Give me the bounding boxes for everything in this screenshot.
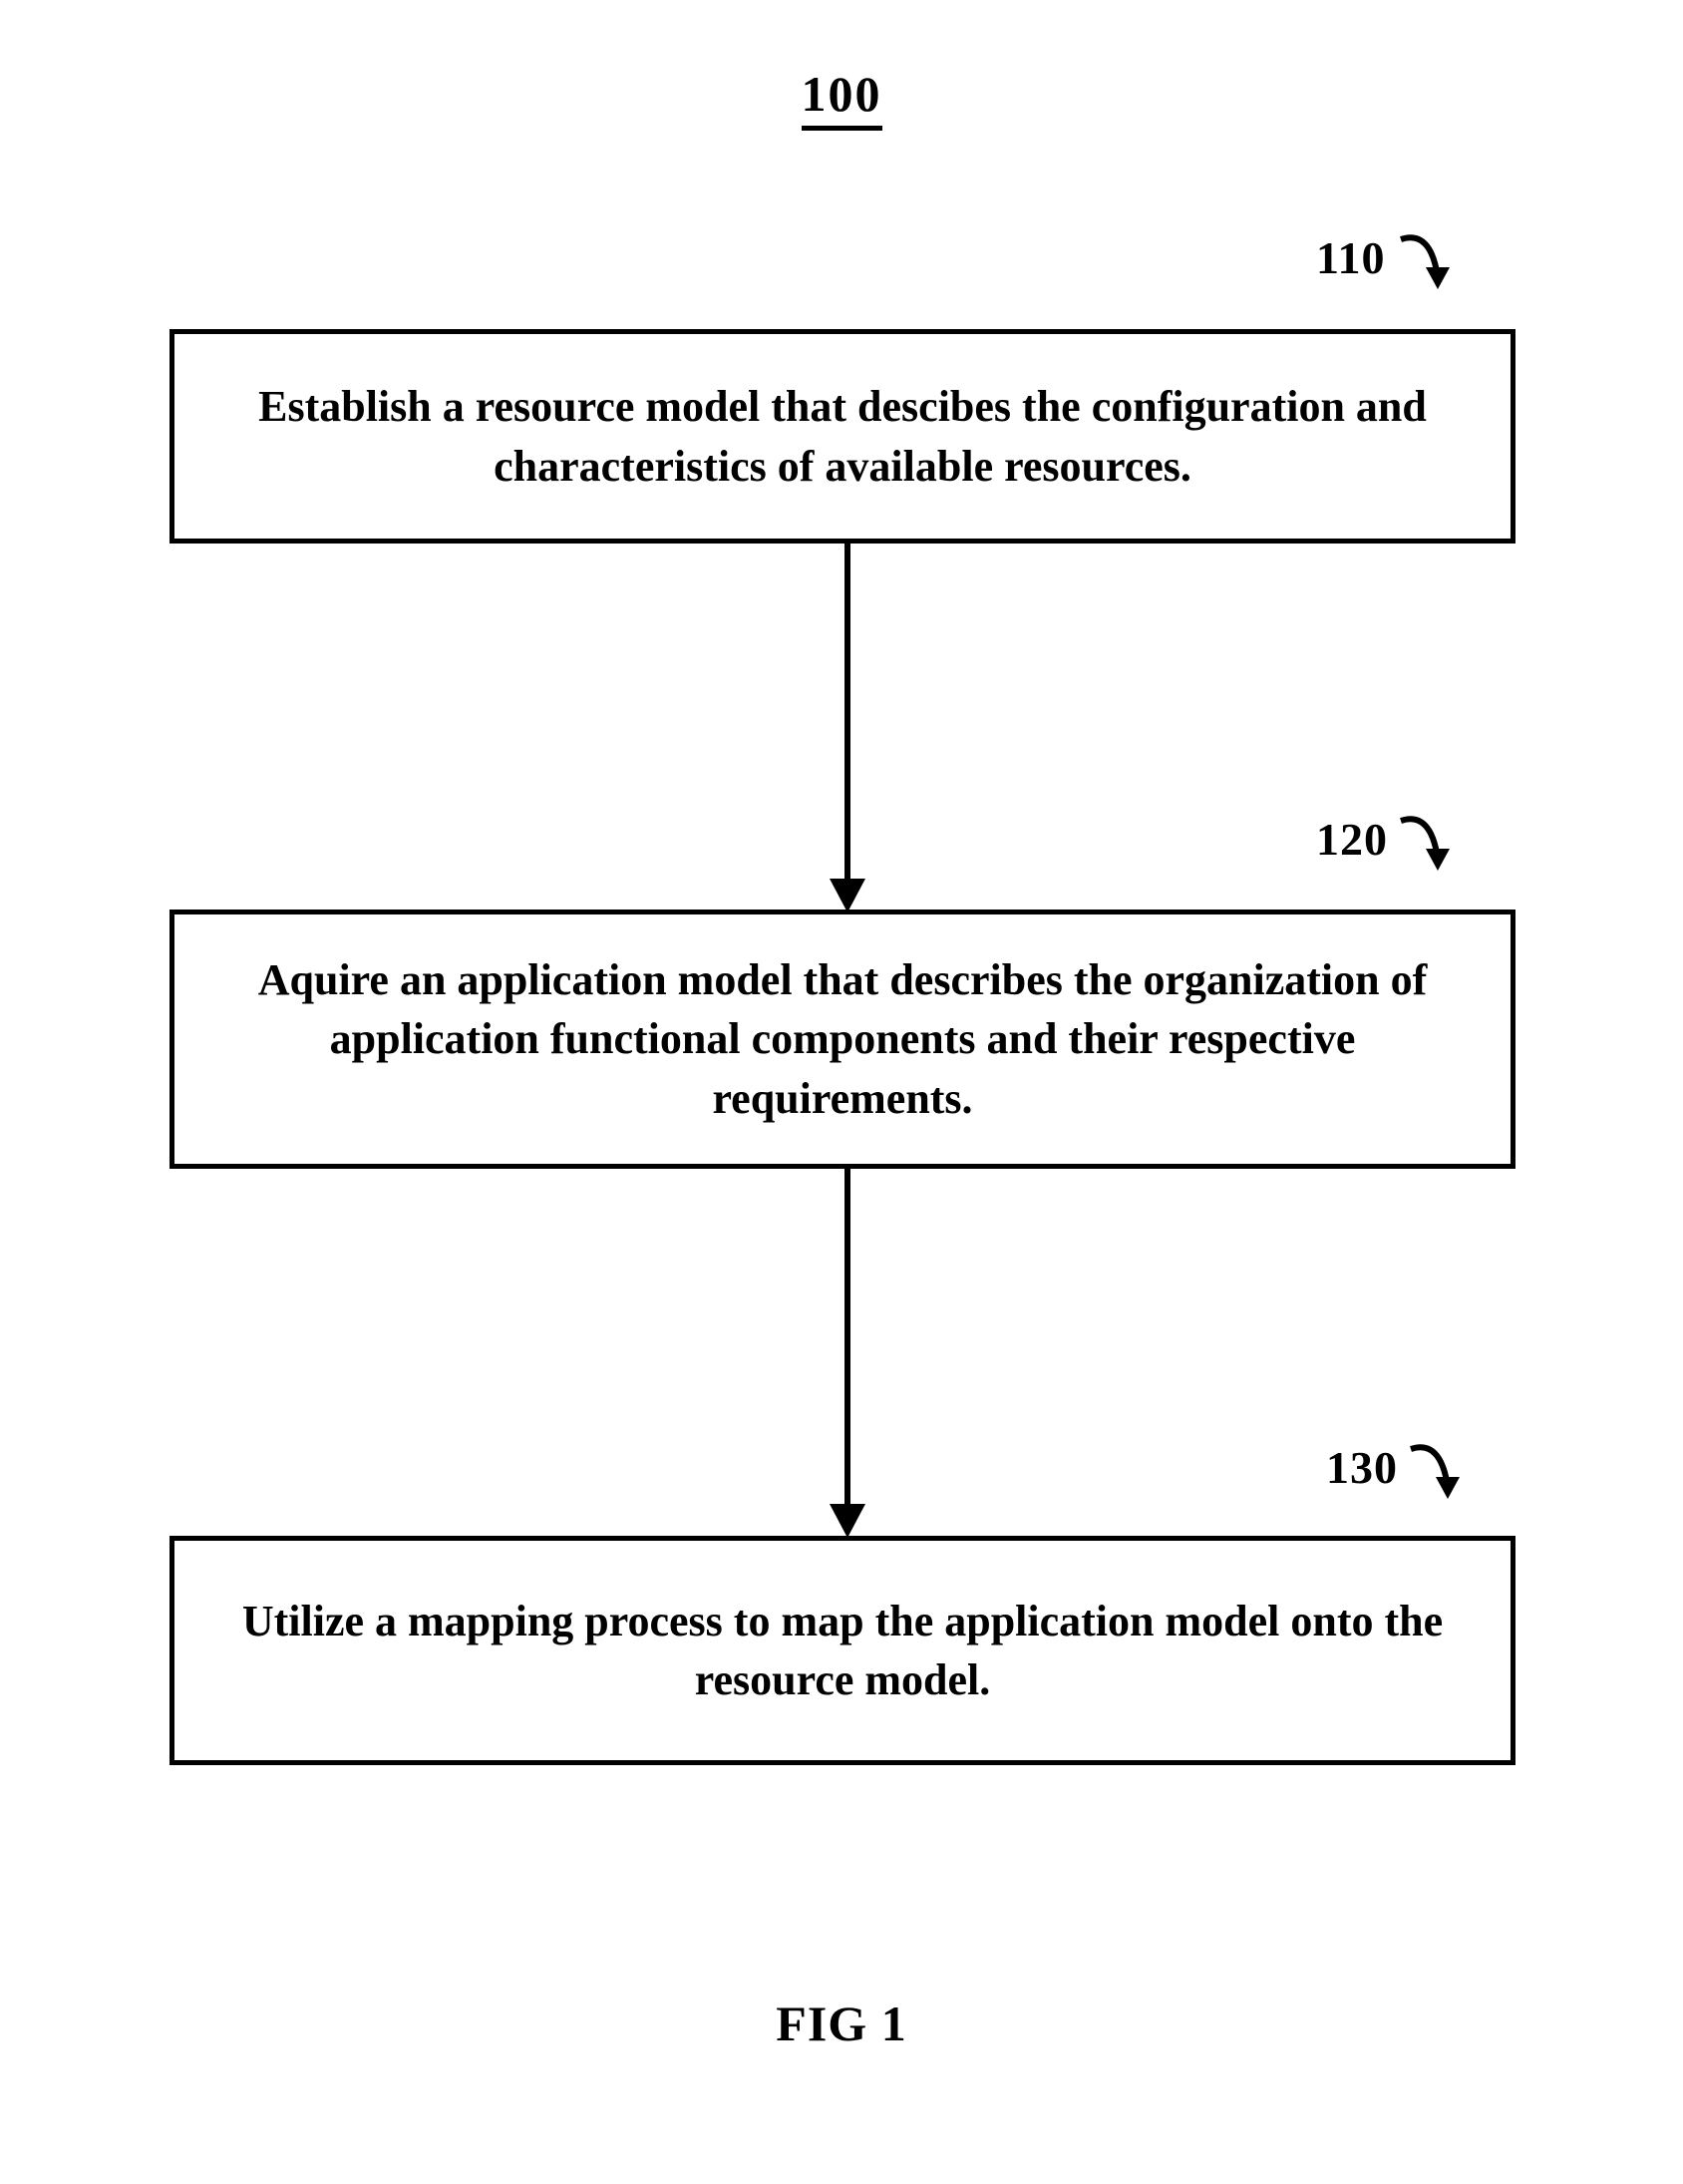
ref-arrow-icon [1406,1437,1496,1527]
ref-label-130: 130 [1326,1441,1398,1494]
flowchart-step-1: Establish a resource model that descibes… [169,329,1515,544]
step-2-text: Aquire an application model that describ… [234,950,1451,1128]
figure-number-text: 100 [802,66,882,131]
figure-caption-text: FIG 1 [776,1996,906,2051]
ref-130-text: 130 [1326,1442,1398,1493]
ref-110-text: 110 [1316,232,1385,283]
figure-number-title: 100 [0,65,1683,123]
flowchart-step-2: Aquire an application model that describ… [169,910,1515,1169]
ref-label-120: 120 [1316,813,1388,866]
ref-arrow-icon [1396,809,1486,899]
ref-arrow-icon [1396,227,1486,317]
step-3-text: Utilize a mapping process to map the app… [234,1592,1451,1710]
figure-caption: FIG 1 [0,1995,1683,2052]
flow-arrow-1-icon [818,544,877,922]
ref-label-110: 110 [1316,231,1385,284]
flow-arrow-2-icon [818,1169,877,1548]
ref-120-text: 120 [1316,814,1388,865]
flowchart-step-3: Utilize a mapping process to map the app… [169,1536,1515,1765]
step-1-text: Establish a resource model that descibes… [234,377,1451,496]
flowchart-page: 100 110 Establish a resource model that … [0,0,1683,2184]
